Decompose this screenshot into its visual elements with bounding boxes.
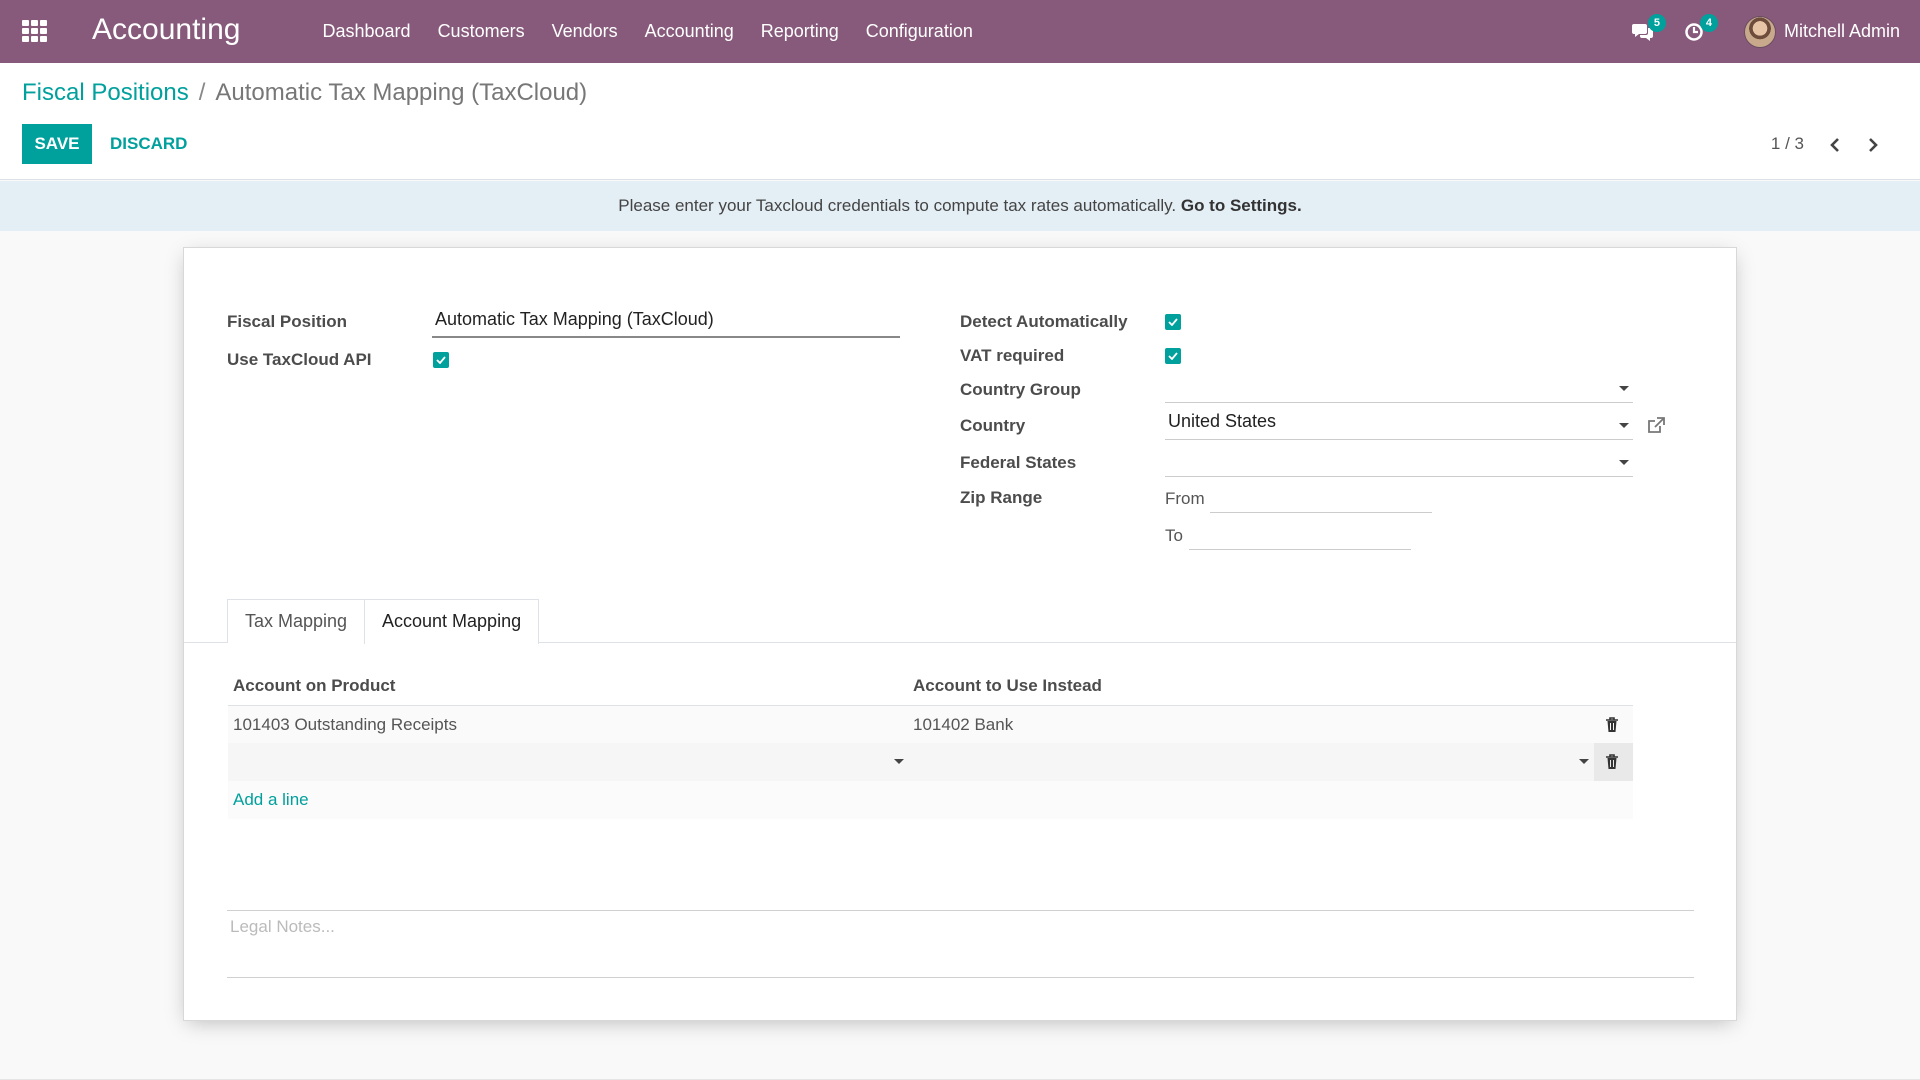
control-panel: Fiscal Positions / Automatic Tax Mapping… bbox=[0, 63, 1920, 180]
activities-badge: 4 bbox=[1699, 13, 1718, 32]
user-name: Mitchell Admin bbox=[1783, 21, 1900, 41]
checkmark-icon bbox=[1168, 318, 1178, 326]
breadcrumb: Fiscal Positions / Automatic Tax Mapping… bbox=[22, 79, 587, 107]
menu-vendors[interactable]: Vendors bbox=[538, 0, 631, 63]
add-line-row: Add a line bbox=[228, 781, 1633, 819]
systray: 5 4 Mitchell Admin bbox=[1631, 0, 1900, 63]
messages-badge: 5 bbox=[1647, 13, 1666, 32]
messages-button[interactable]: 5 bbox=[1631, 13, 1666, 42]
pager-value[interactable]: 1 / 3 bbox=[1771, 134, 1804, 154]
app-name[interactable]: Accounting bbox=[92, 13, 240, 47]
taxcloud-alert: Please enter your Taxcloud credentials t… bbox=[0, 181, 1920, 231]
pager-previous-button[interactable] bbox=[1822, 132, 1848, 158]
legal-notes-field[interactable]: Legal Notes... bbox=[227, 910, 1694, 978]
external-link-icon[interactable] bbox=[1646, 416, 1666, 436]
trash-icon[interactable] bbox=[1604, 753, 1620, 771]
fiscal-position-input[interactable]: Automatic Tax Mapping (TaxCloud) bbox=[432, 309, 900, 338]
breadcrumb-fiscal-positions[interactable]: Fiscal Positions bbox=[22, 79, 189, 107]
breadcrumb-current: Automatic Tax Mapping (TaxCloud) bbox=[215, 79, 588, 106]
menu-customers[interactable]: Customers bbox=[424, 0, 538, 63]
zip-to-label: To bbox=[1165, 526, 1183, 545]
caret-down-icon bbox=[1619, 386, 1629, 391]
account-to-use-select[interactable] bbox=[913, 743, 1593, 781]
caret-down-icon bbox=[1619, 423, 1629, 428]
vat-required-checkbox[interactable] bbox=[1165, 348, 1181, 364]
caret-down-icon bbox=[1579, 759, 1589, 764]
avatar bbox=[1743, 15, 1776, 48]
checkmark-icon bbox=[436, 356, 446, 364]
country-value: United States bbox=[1168, 411, 1277, 431]
chevron-left-icon bbox=[1830, 138, 1839, 152]
table-row-editable[interactable] bbox=[228, 743, 1633, 781]
user-menu[interactable]: Mitchell Admin bbox=[1743, 15, 1900, 48]
country-group-select[interactable] bbox=[1165, 374, 1633, 403]
country-group-label: Country Group bbox=[960, 380, 1081, 399]
tab-account-mapping[interactable]: Account Mapping bbox=[364, 599, 540, 644]
menu-accounting[interactable]: Accounting bbox=[631, 0, 747, 63]
menu-reporting[interactable]: Reporting bbox=[747, 0, 852, 63]
use-taxcloud-label: Use TaxCloud API bbox=[227, 350, 372, 369]
account-on-product-select[interactable] bbox=[228, 743, 908, 781]
column-account-on-product[interactable]: Account on Product bbox=[233, 676, 395, 696]
form-sheet: Fiscal Position Automatic Tax Mapping (T… bbox=[183, 247, 1737, 1021]
fiscal-position-label: Fiscal Position bbox=[227, 312, 347, 331]
use-taxcloud-checkbox[interactable] bbox=[433, 352, 449, 368]
discard-button[interactable]: DISCARD bbox=[100, 124, 197, 164]
column-account-to-use-instead[interactable]: Account to Use Instead bbox=[913, 676, 1102, 696]
go-to-settings-link[interactable]: Go to Settings. bbox=[1181, 196, 1302, 215]
country-label: Country bbox=[960, 416, 1026, 435]
alert-text: Please enter your Taxcloud credentials t… bbox=[618, 196, 1177, 215]
zip-from-label: From bbox=[1165, 489, 1205, 508]
caret-down-icon bbox=[1619, 460, 1629, 465]
zip-from-input[interactable] bbox=[1210, 484, 1432, 513]
top-navbar: Accounting Dashboard Customers Vendors A… bbox=[0, 0, 1920, 63]
checkmark-icon bbox=[1168, 352, 1178, 360]
federal-states-select[interactable] bbox=[1165, 448, 1633, 477]
notebook-tabs: Tax Mapping Account Mapping bbox=[184, 599, 1736, 644]
detect-automatically-label: Detect Automatically bbox=[960, 312, 1128, 331]
country-select[interactable]: United States bbox=[1165, 411, 1633, 440]
breadcrumb-separator: / bbox=[198, 79, 206, 106]
account-on-product-cell[interactable]: 101403 Outstanding Receipts bbox=[233, 715, 457, 735]
caret-down-icon bbox=[894, 759, 904, 764]
add-a-line-link[interactable]: Add a line bbox=[233, 790, 309, 810]
pager-next-button[interactable] bbox=[1860, 132, 1886, 158]
tab-tax-mapping[interactable]: Tax Mapping bbox=[227, 599, 366, 643]
main-menu: Dashboard Customers Vendors Accounting R… bbox=[309, 0, 986, 63]
chevron-right-icon bbox=[1869, 138, 1878, 152]
menu-configuration[interactable]: Configuration bbox=[852, 0, 986, 63]
federal-states-label: Federal States bbox=[960, 453, 1077, 472]
zip-range-label: Zip Range bbox=[960, 488, 1043, 507]
apps-menu-icon[interactable] bbox=[22, 20, 48, 42]
table-row[interactable]: 101403 Outstanding Receipts 101402 Bank bbox=[228, 705, 1633, 743]
detect-automatically-checkbox[interactable] bbox=[1165, 314, 1181, 330]
trash-icon[interactable] bbox=[1604, 716, 1620, 734]
save-button[interactable]: SAVE bbox=[22, 124, 92, 164]
account-to-use-cell[interactable]: 101402 Bank bbox=[913, 715, 1013, 735]
zip-to-input[interactable] bbox=[1189, 521, 1411, 550]
vat-required-label: VAT required bbox=[960, 346, 1065, 365]
menu-dashboard[interactable]: Dashboard bbox=[309, 0, 424, 63]
activities-button[interactable]: 4 bbox=[1684, 13, 1718, 42]
